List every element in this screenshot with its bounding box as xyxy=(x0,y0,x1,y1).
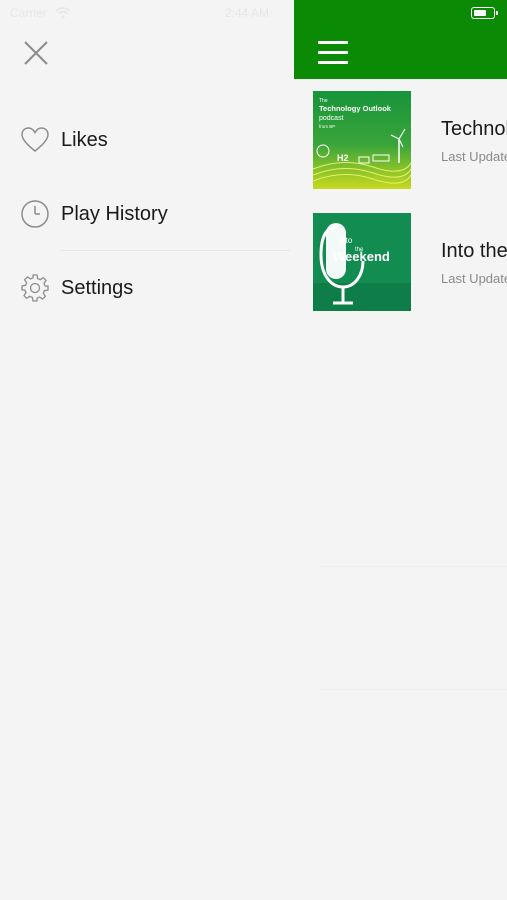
list-divider xyxy=(320,689,507,690)
podcast-last-updated: Last Updated xyxy=(441,271,507,286)
podcast-last-updated: Last Updated xyxy=(441,149,507,164)
close-icon xyxy=(24,41,48,65)
menu-item-play-history[interactable]: Play History xyxy=(20,192,290,236)
status-time: 2:44 AM xyxy=(225,6,270,20)
podcast-title: Technology Outlook xyxy=(441,118,507,140)
battery-icon xyxy=(471,7,498,19)
svg-text:from BP: from BP xyxy=(319,124,335,129)
list-item[interactable]: The Technology Outlook podcast from BP H… xyxy=(294,91,507,189)
clock-icon xyxy=(20,199,50,229)
svg-text:Technology Outlook: Technology Outlook xyxy=(319,104,392,113)
battery-tip xyxy=(496,11,498,15)
gear-icon xyxy=(20,273,50,303)
menu-item-label: Play History xyxy=(61,202,168,225)
menu-button[interactable] xyxy=(318,41,348,65)
main-panel: The Technology Outlook podcast from BP H… xyxy=(294,0,507,900)
menu-item-settings[interactable]: Settings xyxy=(20,266,290,310)
carrier-label: Carrier xyxy=(10,6,47,20)
menu-divider xyxy=(60,250,290,251)
app-screen: Likes Play History Settings The Technolo… xyxy=(0,0,507,900)
heart-icon xyxy=(20,125,50,155)
wifi-icon xyxy=(55,7,71,19)
close-button[interactable] xyxy=(20,37,52,69)
podcast-title: Into the Weekend xyxy=(441,240,507,262)
podcast-cover-image: Into the Weekend xyxy=(313,213,411,311)
status-left: Carrier xyxy=(10,6,71,20)
podcast-cover-image: The Technology Outlook podcast from BP H… xyxy=(313,91,411,189)
svg-text:Into: Into xyxy=(339,236,353,245)
side-menu: Likes Play History Settings xyxy=(0,0,294,900)
list-divider xyxy=(320,566,507,567)
menu-item-label: Likes xyxy=(61,128,108,151)
menu-item-likes[interactable]: Likes xyxy=(20,118,290,162)
svg-text:Weekend: Weekend xyxy=(333,249,390,264)
svg-text:podcast: podcast xyxy=(319,115,344,122)
svg-text:H2: H2 xyxy=(337,153,349,163)
list-item[interactable]: Into the Weekend Into the Weekend Last U… xyxy=(294,213,507,311)
battery-level xyxy=(474,10,486,16)
status-bar: Carrier 2:44 AM xyxy=(0,0,507,26)
menu-item-label: Settings xyxy=(61,276,134,299)
